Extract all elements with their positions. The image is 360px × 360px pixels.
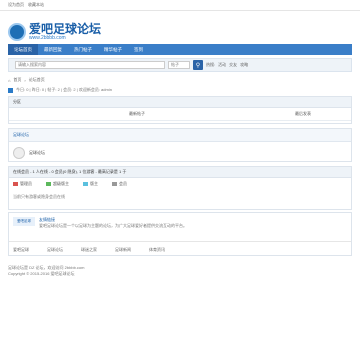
search-scope-select[interactable]: 帖子 — [168, 61, 190, 69]
hot-label: 热搜: — [206, 62, 216, 67]
category-panel: 分区 最新帖子 最后发表 — [8, 96, 352, 124]
breadcrumb-home[interactable]: 首页 — [13, 77, 21, 83]
legend-item: 会员 — [112, 181, 127, 187]
stats-line: 今日: 0 | 昨日: 0 | 帖子: 2 | 会员: 2 | 欢迎新会员: a… — [8, 87, 112, 93]
breadcrumb-forum[interactable]: 论坛首页 — [29, 77, 45, 83]
breadcrumb: ⌂ 首页 › 论坛首页 — [8, 77, 45, 83]
main-nav: 论坛首页 最新回复 热门帖子 精华帖子 签到 — [8, 44, 352, 55]
category-header: 最新帖子 最后发表 — [9, 108, 351, 121]
friend-badge[interactable]: 爱吧足球 — [13, 217, 35, 226]
search-input[interactable]: 请输入搜索内容 — [15, 61, 165, 69]
mod-icon — [83, 182, 88, 186]
col-last: 最后发表 — [295, 111, 311, 116]
set-home-link[interactable]: 设为首页 — [8, 2, 24, 8]
nav-digest[interactable]: 精华帖子 — [98, 44, 128, 55]
friend-links: 爱吧足球 足球论坛 球迷之家 足球新闻 体育资讯 — [9, 241, 351, 258]
stats-text: 今日: 0 | 昨日: 0 | 帖子: 2 | 会员: 2 | 欢迎新会员: a… — [16, 87, 112, 92]
forum-row[interactable]: 足球论坛 — [9, 142, 351, 164]
footer-copyright: Copyright © 2015-2016 爱吧足球论坛 — [8, 271, 75, 276]
supermod-icon — [46, 182, 51, 186]
home-icon: ⌂ — [8, 77, 11, 83]
top-bar: 设为首页 收藏本站 — [0, 0, 360, 11]
legend-item: 超级版主 — [46, 181, 69, 187]
section-panel: 足球论坛 足球论坛 — [8, 128, 352, 162]
friend-feature: 爱吧足球 友情链接 爱吧足球论坛是一个以足球为主题的论坛，为广大足球爱好者提供交… — [9, 213, 351, 241]
stats-icon — [8, 87, 13, 93]
search-icon: ⚲ — [195, 62, 201, 69]
friend-link[interactable]: 体育资讯 — [149, 247, 165, 253]
site-logo[interactable]: 爱吧足球论坛 www.2bbbb.com — [8, 23, 101, 41]
online-legend: 管理员 超级版主 版主 会员 — [9, 178, 351, 190]
category-title: 分区 — [9, 97, 351, 108]
online-title[interactable]: 在线会员 - 1 人在线 - 0 会员(0 隐身), 1 位游客 - 最高记录是… — [9, 167, 351, 178]
search-bar: 请输入搜索内容 帖子 ⚲ 热搜: 活动 交友 攻略 — [8, 58, 352, 72]
member-icon — [112, 182, 117, 186]
online-panel: 在线会员 - 1 人在线 - 0 会员(0 隐身), 1 位游客 - 最高记录是… — [8, 166, 352, 210]
legend-item: 管理员 — [13, 181, 32, 187]
forum-name[interactable]: 足球论坛 — [29, 150, 45, 156]
bookmark-link[interactable]: 收藏本站 — [28, 2, 44, 8]
col-threads: 最新帖子 — [129, 111, 145, 116]
footer: 足球论坛是 DZ 论坛，欢迎访问 2bbbb.com Copyright © 2… — [8, 265, 84, 277]
forum-icon — [13, 147, 25, 159]
friend-link[interactable]: 爱吧足球 — [13, 247, 29, 253]
friend-link[interactable]: 球迷之家 — [81, 247, 97, 253]
friend-panel: 爱吧足球 友情链接 爱吧足球论坛是一个以足球为主题的论坛，为广大足球爱好者提供交… — [8, 212, 352, 256]
nav-signin[interactable]: 签到 — [128, 44, 149, 55]
friend-link[interactable]: 足球新闻 — [115, 247, 131, 253]
hot-term[interactable]: 交友 — [229, 62, 237, 68]
friend-link[interactable]: 足球论坛 — [47, 247, 63, 253]
nav-latest[interactable]: 最新回复 — [38, 44, 68, 55]
header: 爱吧足球论坛 www.2bbbb.com — [0, 11, 360, 41]
logo-name: 爱吧足球论坛 — [29, 22, 102, 36]
football-icon — [8, 23, 26, 41]
nav-home[interactable]: 论坛首页 — [8, 44, 38, 55]
friend-desc: 爱吧足球论坛是一个以足球为主题的论坛，为广大足球爱好者提供交流互动的平台。 — [39, 223, 187, 228]
hot-term[interactable]: 攻略 — [240, 62, 248, 68]
section-title[interactable]: 足球论坛 — [9, 129, 351, 142]
admin-icon — [13, 182, 18, 186]
hot-term[interactable]: 活动 — [218, 62, 226, 68]
nav-hot[interactable]: 热门帖子 — [68, 44, 98, 55]
online-note: 当前只有游客或隐身会员在线 — [13, 194, 65, 199]
legend-item: 版主 — [83, 181, 98, 187]
search-button[interactable]: ⚲ — [193, 60, 203, 70]
